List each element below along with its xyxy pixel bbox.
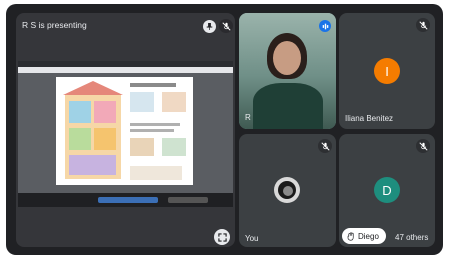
participant-tile-iliana[interactable]: I Iliana Benitez bbox=[339, 13, 435, 129]
presenter-label: R S is presenting bbox=[22, 20, 87, 30]
others-count[interactable]: 47 others bbox=[395, 233, 428, 242]
meeting-grid: R S is presenting R I Iliana Benitez You… bbox=[6, 4, 443, 255]
shared-screen bbox=[18, 61, 233, 207]
fullscreen-icon[interactable] bbox=[214, 229, 230, 245]
mic-off-icon bbox=[416, 139, 430, 153]
person-face bbox=[273, 41, 301, 75]
avatar: D bbox=[374, 177, 400, 203]
participant-name: Iliana Benitez bbox=[345, 114, 394, 123]
taskbar bbox=[18, 193, 233, 207]
avatar: I bbox=[374, 58, 400, 84]
participant-tile-d[interactable]: D Diego 47 others bbox=[339, 134, 435, 247]
participant-name: R bbox=[245, 113, 251, 122]
raised-hand-icon bbox=[347, 231, 355, 241]
presentation-tile[interactable]: R S is presenting bbox=[16, 13, 235, 247]
raised-hand-chip[interactable]: Diego bbox=[342, 228, 386, 244]
mic-off-icon bbox=[318, 139, 332, 153]
slide bbox=[56, 77, 193, 185]
participant-name: You bbox=[245, 234, 259, 243]
raised-hand-name: Diego bbox=[358, 231, 379, 241]
audio-level-icon bbox=[319, 20, 331, 32]
avatar bbox=[274, 177, 300, 203]
person-body bbox=[253, 83, 323, 129]
mic-off-icon bbox=[416, 18, 430, 32]
mic-off-icon bbox=[219, 19, 233, 33]
vocabulary-panel bbox=[130, 83, 188, 180]
pin-icon[interactable] bbox=[203, 20, 216, 33]
house-illustration bbox=[61, 81, 125, 181]
browser-address-bar bbox=[18, 67, 233, 73]
participant-tile-r[interactable]: R bbox=[239, 13, 336, 129]
participant-tile-you[interactable]: You bbox=[239, 134, 336, 247]
